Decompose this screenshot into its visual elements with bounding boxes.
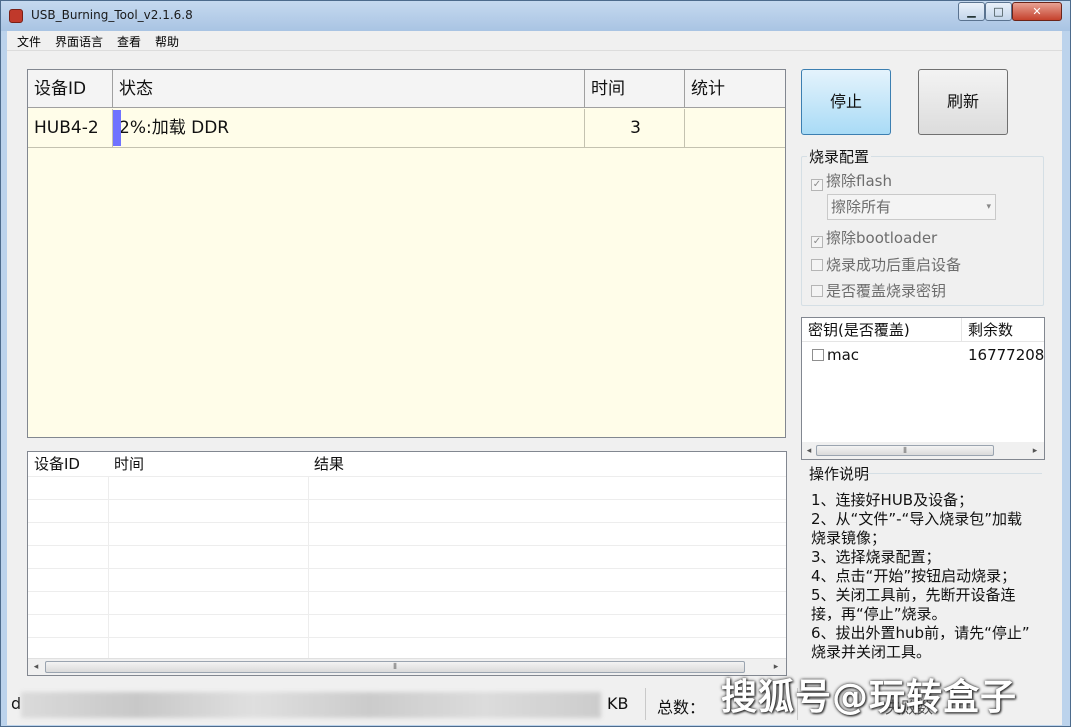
key-horizontal-scrollbar[interactable]: ◂ ⦀ ▸: [802, 442, 1044, 459]
col-status[interactable]: 状态: [113, 70, 585, 108]
device-time-cell[interactable]: 3: [585, 109, 685, 147]
help-line: 4、点击“开始”按钮启动烧录；: [811, 567, 1017, 585]
menu-file[interactable]: 文件: [17, 33, 41, 50]
reboot-after-label: 烧录成功后重启设备: [826, 256, 962, 274]
result-col-device-id[interactable]: 设备ID: [28, 452, 80, 476]
status-separator: [645, 688, 646, 720]
refresh-button[interactable]: 刷新: [918, 69, 1008, 135]
col-stat[interactable]: 统计: [685, 70, 785, 108]
grid-col-line: [108, 476, 109, 658]
help-line: 烧录镜像；: [811, 529, 887, 547]
client-area: 文件 界面语言 查看 帮助 设备ID 状态 时间 统计 HUB4-2 2%:加载…: [7, 31, 1062, 725]
watermark-text: 搜狐号@玩转盒子: [721, 677, 1018, 718]
check-icon: ✓: [811, 179, 823, 191]
reboot-after-checkbox[interactable]: 烧录成功后重启设备: [811, 254, 961, 275]
result-col-result[interactable]: 结果: [308, 452, 344, 476]
erase-bootloader-checkbox[interactable]: ✓ 擦除bootloader: [811, 227, 937, 248]
menu-help[interactable]: 帮助: [155, 33, 179, 50]
checkbox-box: [811, 259, 823, 271]
help-line: 5、关闭工具前，先断开设备连: [811, 586, 1016, 604]
grid-line: [28, 522, 786, 523]
app-icon: [9, 9, 23, 23]
minimize-button[interactable]: ▁: [958, 2, 985, 21]
result-col-time[interactable]: 时间: [108, 452, 144, 476]
checkbox-box: [811, 285, 823, 297]
col-device-id[interactable]: 设备ID: [28, 70, 113, 108]
help-line: 3、选择烧录配置；: [811, 548, 941, 566]
col-time[interactable]: 时间: [585, 70, 685, 108]
key-row-mac[interactable]: mac: [806, 343, 859, 367]
close-button[interactable]: ✕: [1012, 2, 1062, 21]
grid-line: [28, 637, 786, 638]
erase-mode-select[interactable]: 擦除所有 ▾: [827, 194, 996, 220]
scroll-thumb[interactable]: ⦀: [816, 445, 994, 456]
grid-line: [28, 499, 786, 500]
scroll-left-icon[interactable]: ◂: [30, 661, 42, 673]
help-title: 操作说明: [809, 465, 870, 483]
help-line: 接，再“停止”烧录。: [811, 605, 947, 623]
key-table-header: 密钥(是否覆盖) 剩余数: [802, 318, 1044, 342]
grid-col-line: [308, 476, 309, 658]
help-line: 6、拔出外置hub前，请先“停止”: [811, 624, 1030, 642]
stop-button[interactable]: 停止: [801, 69, 891, 135]
erase-mode-value: 擦除所有: [831, 198, 892, 216]
status-left-char: d: [11, 694, 22, 713]
check-icon: ✓: [811, 236, 823, 248]
help-line: 1、连接好HUB及设备；: [811, 491, 974, 509]
menu-view[interactable]: 查看: [117, 33, 141, 50]
device-status-table[interactable]: 设备ID 状态 时间 统计 HUB4-2 2%:加载 DDR 3: [27, 69, 786, 438]
window-title: USB_Burning_Tool_v2.1.6.8: [31, 8, 193, 22]
status-total-label: 总数：: [657, 698, 706, 717]
application-window: USB_Burning_Tool_v2.1.6.8 ▁ □ ✕ 文件 界面语言 …: [0, 0, 1071, 727]
device-id-cell[interactable]: HUB4-2: [28, 109, 113, 147]
maximize-button[interactable]: □: [985, 2, 1012, 21]
key-name: mac: [827, 346, 860, 364]
scroll-thumb[interactable]: ⦀: [45, 661, 745, 673]
grid-line: [28, 545, 786, 546]
grid-line: [28, 476, 786, 477]
row-divider: [28, 147, 785, 148]
grid-line: [28, 591, 786, 592]
erase-flash-label: 擦除flash: [826, 172, 892, 190]
help-line: 烧录并关闭工具。: [811, 643, 932, 661]
result-table[interactable]: 设备ID 时间 结果 ◂ ⦀ ▸: [27, 451, 787, 676]
burn-config-title: 烧录配置: [807, 146, 872, 167]
help-line: 2、从“文件”-“导入烧录包”加载: [811, 510, 1023, 528]
scroll-left-icon[interactable]: ◂: [803, 445, 815, 457]
overwrite-key-label: 是否覆盖烧录密钥: [826, 282, 947, 300]
menu-separator: [7, 50, 1062, 51]
checkbox-box[interactable]: [812, 349, 824, 361]
blurred-status-text: [21, 692, 601, 718]
scroll-right-icon[interactable]: ▸: [1029, 445, 1041, 457]
title-bar[interactable]: USB_Burning_Tool_v2.1.6.8 ▁ □ ✕: [1, 1, 1070, 31]
key-remaining: 16777208: [968, 346, 1045, 364]
erase-bootloader-label: 擦除bootloader: [826, 229, 938, 247]
grid-line: [28, 614, 786, 615]
device-table-header: 设备ID 状态 时间 统计: [28, 70, 785, 108]
key-col-name[interactable]: 密钥(是否覆盖): [802, 318, 910, 342]
dropdown-arrow-icon: ▾: [986, 202, 991, 212]
erase-flash-checkbox[interactable]: ✓ 擦除flash: [811, 170, 892, 191]
key-col-remaining[interactable]: 剩余数: [962, 318, 1013, 342]
overwrite-key-checkbox[interactable]: 是否覆盖烧录密钥: [811, 280, 946, 301]
menu-language[interactable]: 界面语言: [55, 33, 103, 50]
grid-line: [28, 568, 786, 569]
key-table[interactable]: 密钥(是否覆盖) 剩余数 mac 16777208 ◂ ⦀ ▸: [801, 317, 1045, 460]
device-stat-cell[interactable]: [685, 109, 785, 147]
help-divider: [867, 473, 1042, 474]
menu-bar: 文件 界面语言 查看 帮助: [7, 31, 1062, 50]
status-size-unit: KB: [607, 694, 629, 713]
progress-bar: [113, 110, 121, 146]
device-status-cell[interactable]: 2%:加载 DDR: [113, 109, 585, 147]
result-horizontal-scrollbar[interactable]: ◂ ⦀ ▸: [28, 658, 786, 675]
